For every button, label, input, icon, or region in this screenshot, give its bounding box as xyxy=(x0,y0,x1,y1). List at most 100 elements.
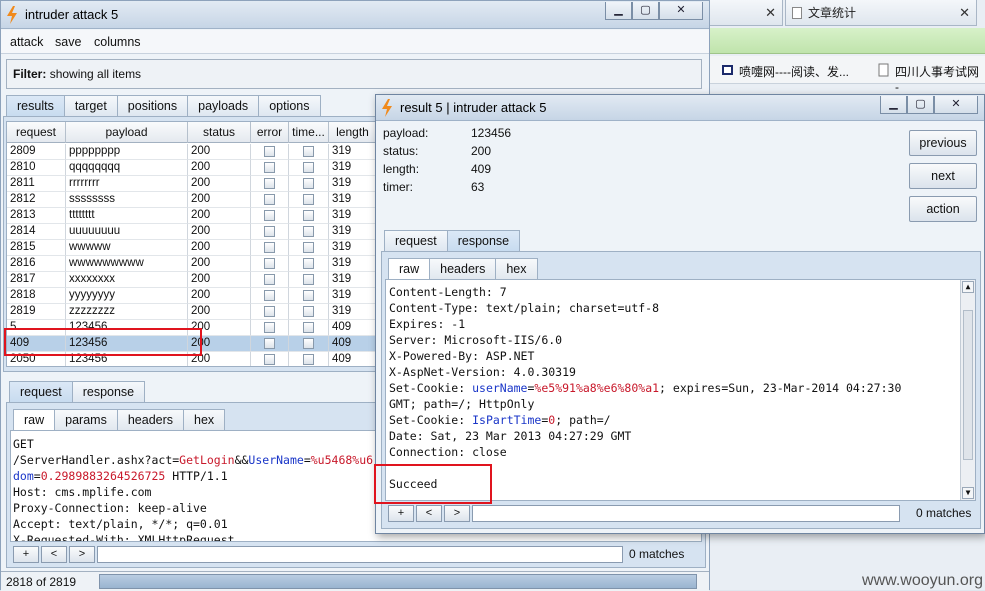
action-button[interactable]: action xyxy=(909,196,977,222)
minimize-button[interactable]: ▁ xyxy=(605,2,632,20)
cell-length: 319 xyxy=(329,208,375,224)
minimize-button[interactable]: ▁ xyxy=(880,96,907,114)
search-prev-button[interactable]: < xyxy=(416,504,442,522)
col-request[interactable]: request xyxy=(7,122,66,143)
table-row[interactable]: 2811 rrrrrrrr 200 319 xyxy=(7,176,375,192)
checkbox[interactable] xyxy=(264,226,275,237)
col-payload[interactable]: payload xyxy=(66,122,188,143)
table-row[interactable]: 2819 zzzzzzzz 200 319 xyxy=(7,304,375,320)
checkbox[interactable] xyxy=(303,226,314,237)
checkbox[interactable] xyxy=(303,338,314,349)
burp-bolt-icon xyxy=(382,99,392,117)
checkbox[interactable] xyxy=(264,274,275,285)
menu-attack[interactable]: attack xyxy=(10,35,43,49)
close-button[interactable]: ✕ xyxy=(659,2,703,20)
checkbox[interactable] xyxy=(264,242,275,253)
checkbox[interactable] xyxy=(303,194,314,205)
bookmark-item[interactable]: 四川人事考试网 - xyxy=(875,63,985,94)
vertical-scrollbar[interactable]: ▲ ▼ xyxy=(960,280,975,500)
subtab-hex[interactable]: hex xyxy=(183,409,226,430)
table-row[interactable]: 2812 ssssssss 200 319 xyxy=(7,192,375,208)
col-status[interactable]: status xyxy=(188,122,251,143)
subtab-raw[interactable]: raw xyxy=(13,409,56,430)
subtab-headers[interactable]: headers xyxy=(429,258,497,279)
search-input[interactable] xyxy=(97,545,623,563)
next-button[interactable]: next xyxy=(909,163,977,189)
checkbox[interactable] xyxy=(303,210,314,221)
previous-button[interactable]: previous xyxy=(909,130,977,156)
checkbox[interactable] xyxy=(303,274,314,285)
request-search-bar: + < > 0 matches xyxy=(13,544,684,564)
checkbox[interactable] xyxy=(264,322,275,333)
checkbox[interactable] xyxy=(264,146,275,157)
filter-bar[interactable]: Filter: showing all items xyxy=(6,59,702,89)
highlight-box xyxy=(4,328,202,356)
status-bar: 2818 of 2819 xyxy=(1,571,709,591)
col-length[interactable]: length xyxy=(329,122,375,143)
table-row[interactable]: 2810 qqqqqqqq 200 319 xyxy=(7,160,375,176)
search-next-button[interactable]: > xyxy=(444,504,470,522)
tab-results[interactable]: results xyxy=(6,95,65,117)
close-button[interactable]: ✕ xyxy=(934,96,978,114)
menu-save[interactable]: save xyxy=(55,35,81,49)
scroll-up-icon[interactable]: ▲ xyxy=(962,281,974,293)
col-error[interactable]: error xyxy=(251,122,289,143)
bookmark-item[interactable]: 喷嚏网----阅读、发... xyxy=(719,63,849,80)
checkbox[interactable] xyxy=(264,338,275,349)
tab-positions[interactable]: positions xyxy=(116,95,189,117)
menu-columns[interactable]: columns xyxy=(94,35,141,49)
search-input[interactable] xyxy=(472,504,900,522)
checkbox[interactable] xyxy=(303,290,314,301)
checkbox[interactable] xyxy=(264,290,275,301)
table-row[interactable]: 2809 pppppppp 200 319 xyxy=(7,144,375,160)
tab-response[interactable]: response xyxy=(446,230,521,252)
checkbox[interactable] xyxy=(264,306,275,317)
tab-request[interactable]: request xyxy=(384,230,448,252)
subtab-headers[interactable]: headers xyxy=(116,409,185,430)
search-prev-button[interactable]: < xyxy=(41,545,67,563)
cell-length: 409 xyxy=(329,352,375,366)
checkbox[interactable] xyxy=(264,258,275,269)
checkbox[interactable] xyxy=(264,354,275,365)
table-row[interactable]: 2814 uuuuuuuu 200 319 xyxy=(7,224,375,240)
col-timeout[interactable]: time... xyxy=(289,122,329,143)
search-add-button[interactable]: + xyxy=(13,545,39,563)
table-row[interactable]: 2818 yyyyyyyy 200 319 xyxy=(7,288,375,304)
checkbox[interactable] xyxy=(303,306,314,317)
tab-payloads[interactable]: payloads xyxy=(187,95,260,117)
table-row[interactable]: 2816 wwwwwwwww 200 319 xyxy=(7,256,375,272)
search-next-button[interactable]: > xyxy=(69,545,95,563)
subtab-params[interactable]: params xyxy=(54,409,118,430)
checkbox[interactable] xyxy=(303,354,314,365)
close-icon[interactable]: ✕ xyxy=(765,0,776,26)
maximize-button[interactable]: ▢ xyxy=(632,2,659,20)
checkbox[interactable] xyxy=(303,322,314,333)
browser-tab-2[interactable]: 文章统计 ✕ xyxy=(785,0,977,26)
scroll-down-icon[interactable]: ▼ xyxy=(962,487,974,499)
subtab-hex[interactable]: hex xyxy=(495,258,538,279)
table-row[interactable]: 2815 wwwww 200 319 xyxy=(7,240,375,256)
checkbox[interactable] xyxy=(303,178,314,189)
subtab-raw[interactable]: raw xyxy=(388,258,431,279)
search-add-button[interactable]: + xyxy=(388,504,414,522)
table-row[interactable]: 2813 tttttttt 200 319 xyxy=(7,208,375,224)
checkbox[interactable] xyxy=(303,242,314,253)
cell-timeout xyxy=(289,256,329,272)
checkbox[interactable] xyxy=(303,146,314,157)
checkbox[interactable] xyxy=(264,178,275,189)
tab-options[interactable]: options xyxy=(258,95,321,117)
maximize-button[interactable]: ▢ xyxy=(907,96,934,114)
checkbox[interactable] xyxy=(303,258,314,269)
checkbox[interactable] xyxy=(264,194,275,205)
checkbox[interactable] xyxy=(264,210,275,221)
scroll-thumb[interactable] xyxy=(963,310,973,460)
tab-request[interactable]: request xyxy=(9,381,73,403)
checkbox[interactable] xyxy=(264,162,275,173)
tab-target[interactable]: target xyxy=(63,95,118,117)
tab-response[interactable]: response xyxy=(71,381,146,403)
table-row[interactable]: 2817 xxxxxxxx 200 319 xyxy=(7,272,375,288)
close-icon[interactable]: ✕ xyxy=(959,0,970,26)
table-header: request payload status error time... len… xyxy=(7,122,375,143)
checkbox[interactable] xyxy=(303,162,314,173)
browser-tab-1[interactable]: ✕ xyxy=(705,0,783,26)
